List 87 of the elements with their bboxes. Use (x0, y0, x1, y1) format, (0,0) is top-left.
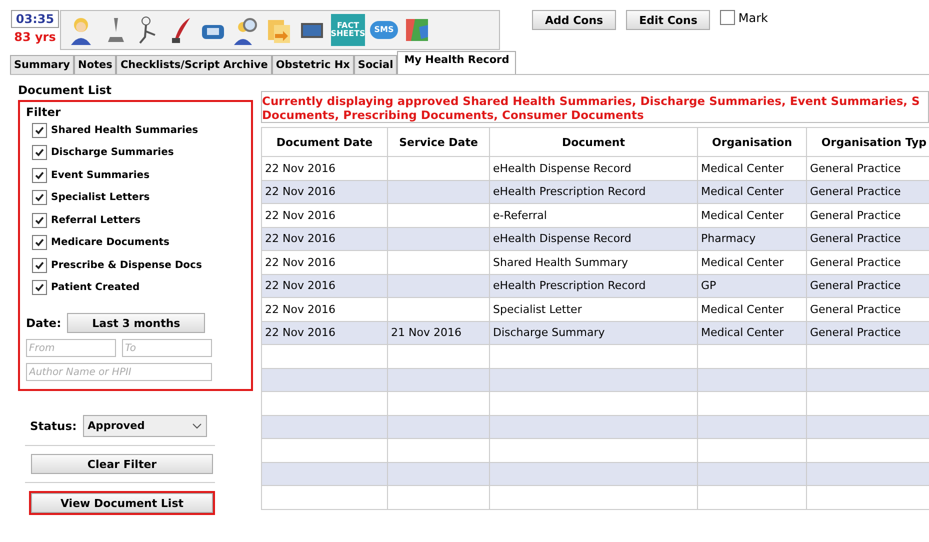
column-header[interactable]: Document Date (262, 128, 388, 156)
checkbox[interactable] (32, 258, 47, 273)
group-title: Document List (18, 83, 113, 97)
checkbox[interactable] (32, 190, 47, 206)
checkbox-label: Discharge Summaries (51, 147, 174, 158)
table-cell: General Practice (806, 156, 929, 180)
table-cell: General Practice (806, 227, 929, 250)
tab[interactable]: Notes (74, 55, 116, 74)
table-cell: 22 Nov 2016 (262, 227, 388, 250)
checkbox-label: Event Summaries (51, 170, 150, 181)
tab[interactable]: Checklists/Script Archive (116, 55, 272, 74)
check-icon (35, 238, 44, 248)
table-cell: eHealth Dispense Record (490, 156, 698, 180)
check-icon (35, 216, 44, 225)
table-cell: Specialist Letter (490, 298, 698, 321)
view-document-list-button[interactable]: View Document List (31, 493, 213, 513)
table-cell: 22 Nov 2016 (262, 250, 388, 274)
tab[interactable]: Social (354, 55, 398, 74)
to-field[interactable]: To (122, 339, 212, 357)
checkbox[interactable] (32, 280, 47, 296)
check-icon (35, 126, 44, 135)
table-cell: e-Referral (490, 204, 698, 227)
table-cell: eHealth Prescription Record (490, 180, 698, 204)
table-cell: Shared Health Summary (490, 250, 698, 274)
date-label: Date: (26, 316, 62, 330)
check-icon (35, 283, 44, 292)
person-search-icon[interactable] (232, 15, 260, 45)
table-cell: General Practice (806, 180, 929, 204)
add-cons-button[interactable]: Add Cons (532, 10, 616, 30)
tab[interactable]: Summary (10, 55, 74, 74)
clock-time: 03:35 (10, 10, 60, 28)
column-header[interactable]: Organisation (698, 128, 806, 156)
checkbox-label: Specialist Letters (51, 192, 150, 204)
table-cell: 22 Nov 2016 (262, 321, 388, 344)
edit-cons-button[interactable]: Edit Cons (626, 10, 710, 30)
table-cell: 22 Nov 2016 (262, 180, 388, 204)
mark-checkbox[interactable] (720, 10, 736, 25)
filter-title: Filter (26, 105, 62, 119)
mark-label: Mark (738, 10, 768, 24)
table-cell: eHealth Prescription Record (490, 274, 698, 298)
check-icon (35, 260, 44, 270)
checkbox[interactable] (32, 145, 47, 160)
table-cell: 22 Nov 2016 (262, 274, 388, 298)
table-cell: 22 Nov 2016 (262, 298, 388, 321)
clear-filter-button[interactable]: Clear Filter (31, 454, 213, 474)
check-icon (35, 193, 44, 202)
tab[interactable]: Obstetric Hx (272, 55, 354, 74)
checkbox-label: Patient Created (51, 282, 140, 294)
chevron-icon (192, 423, 202, 429)
checkbox-label: Prescribe & Dispense Docs (51, 260, 202, 271)
table-cell: 22 Nov 2016 (262, 204, 388, 227)
table-cell: General Practice (806, 204, 929, 227)
checkbox[interactable] (32, 168, 47, 183)
column-header[interactable]: Organisation Typ (806, 128, 929, 156)
checkbox[interactable] (32, 212, 47, 228)
checkbox-label: Referral Letters (51, 214, 141, 226)
table-cell: 22 Nov 2016 (262, 156, 388, 180)
table-cell: Medical Center (698, 156, 806, 180)
checkbox[interactable] (32, 235, 47, 250)
table-cell: 21 Nov 2016 (388, 321, 490, 344)
table-cell: Medical Center (698, 204, 806, 227)
table-cell: General Practice (806, 250, 929, 274)
table-cell: GP (698, 274, 806, 298)
checkbox-label: Medicare Documents (51, 237, 170, 248)
table-cell: General Practice (806, 321, 929, 344)
date-range-button[interactable]: Last 3 months (67, 313, 206, 333)
table-cell: Discharge Summary (490, 321, 698, 344)
status-message: Currently displaying approved Shared Health Summaries, Discharge Summaries, Event Summaries, S Documents, Prescribing Documents, Consumer Documents (261, 91, 929, 123)
tab[interactable]: My Health Record (397, 51, 516, 74)
status-label: Status: (30, 419, 77, 433)
table-cell: Medical Center (698, 298, 806, 321)
table-cell: Pharmacy (698, 227, 806, 250)
table-cell: Medical Center (698, 250, 806, 274)
table-cell: Medical Center (698, 321, 806, 344)
check-icon (35, 170, 44, 180)
status-dropdown[interactable]: Approved (82, 415, 207, 437)
table-cell: Medical Center (698, 180, 806, 204)
column-header[interactable]: Service Date (388, 128, 490, 156)
from-field[interactable]: From (26, 339, 116, 357)
table-cell: General Practice (806, 298, 929, 321)
table-cell: General Practice (806, 274, 929, 298)
column-header[interactable]: Document (490, 128, 698, 156)
check-icon (35, 148, 44, 158)
patient-age: 83 yrs (14, 30, 56, 44)
table-cell: eHealth Dispense Record (490, 227, 698, 250)
checkbox-label: Shared Health Summaries (51, 124, 198, 136)
checkbox[interactable] (32, 122, 47, 138)
